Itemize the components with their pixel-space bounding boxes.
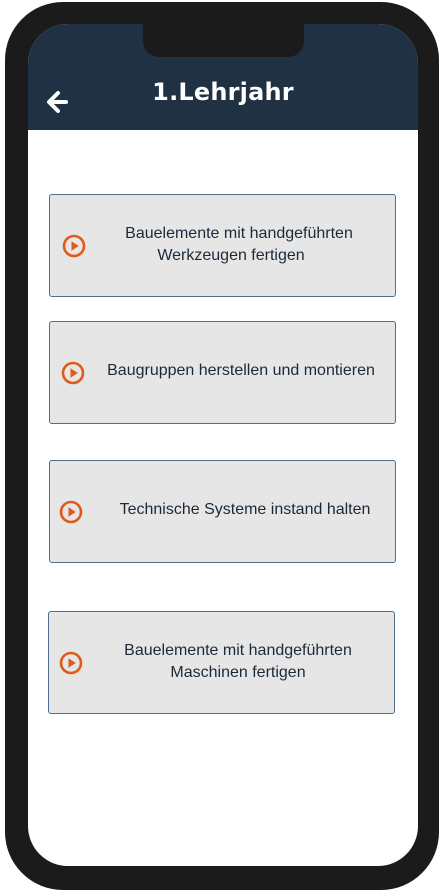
play-circle-icon: [59, 651, 83, 675]
play-circle-icon: [61, 361, 85, 385]
module-card[interactable]: Bauelemente mit handgeführten Maschinen …: [48, 611, 395, 714]
module-label-line-1: Bauelemente mit handgeführten: [125, 225, 353, 242]
module-label: Bauelemente mit handgeführten Maschinen …: [103, 640, 373, 684]
phone-frame: 1.Lehrjahr Bauelemente mit handgeführten…: [5, 2, 439, 890]
play-circle-icon: [62, 234, 86, 258]
module-label-line-2: Maschinen fertigen: [170, 664, 306, 681]
module-label: Bauelemente mit handgeführten Werkzeugen…: [104, 223, 374, 267]
module-label-line-1: Baugruppen herstellen und montieren: [107, 362, 375, 379]
module-card[interactable]: Baugruppen herstellen und montieren: [49, 321, 396, 424]
module-card[interactable]: Bauelemente mit handgeführten Werkzeugen…: [49, 194, 396, 297]
phone-notch: [143, 24, 304, 57]
app-screen: 1.Lehrjahr Bauelemente mit handgeführten…: [28, 24, 418, 866]
module-label: Technische Systeme instand halten: [110, 499, 380, 521]
module-label-line-1: Technische Systeme instand halten: [119, 501, 371, 518]
module-label-line-2: Werkzeugen fertigen: [157, 247, 305, 264]
module-label: Baugruppen herstellen und montieren: [104, 360, 378, 382]
play-circle-icon: [59, 500, 83, 524]
module-card[interactable]: Technische Systeme instand halten: [49, 460, 396, 563]
module-label-line-1: Bauelemente mit handgeführten: [124, 642, 352, 659]
page-title: 1.Lehrjahr: [152, 78, 294, 106]
